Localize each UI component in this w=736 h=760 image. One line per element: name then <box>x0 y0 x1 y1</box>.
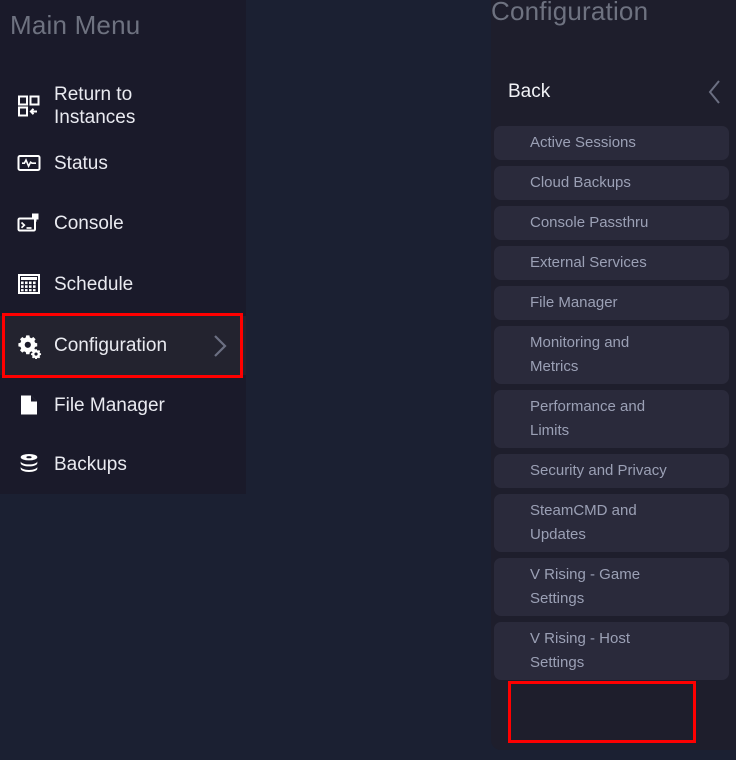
sidebar-item-label: Return to Instances <box>54 84 136 128</box>
config-option-label: Performance and Limits <box>530 398 646 439</box>
terminal-icon <box>16 210 42 236</box>
config-option-active-sessions[interactable]: Active Sessions <box>494 126 729 160</box>
config-option-label: SteamCMD and Updates <box>530 502 637 543</box>
back-button[interactable]: Back <box>491 70 736 114</box>
config-option-security-and-privacy[interactable]: Security and Privacy <box>494 454 729 488</box>
config-option-v-rising-game-settings[interactable]: V Rising - Game Settings <box>494 558 729 616</box>
sidebar-item-return-to-instances[interactable]: Return to Instances <box>0 78 246 134</box>
config-option-label: Active Sessions <box>530 134 636 151</box>
config-option-label: Monitoring and Metrics <box>530 334 630 375</box>
back-button-label: Back <box>508 81 551 102</box>
config-option-label: Security and Privacy <box>530 462 667 479</box>
sidebar-item-label: Backups <box>54 453 127 475</box>
database-stack-icon <box>16 451 42 477</box>
config-option-cloud-backups[interactable]: Cloud Backups <box>494 166 729 200</box>
document-icon <box>16 392 42 418</box>
configuration-panel-title: Configuration <box>491 0 649 26</box>
gears-icon <box>16 333 42 359</box>
config-option-label: File Manager <box>530 294 618 311</box>
sidebar-item-label: Schedule <box>54 273 134 295</box>
monitor-pulse-icon <box>16 150 42 176</box>
configuration-panel: Configuration Back Active Sessions Cloud… <box>491 0 736 750</box>
sidebar-item-label: File Manager <box>54 394 165 416</box>
config-option-v-rising-host-settings[interactable]: V Rising - Host Settings <box>494 622 729 680</box>
config-option-file-manager[interactable]: File Manager <box>494 286 729 320</box>
sidebar-item-label: Configuration <box>54 335 168 356</box>
config-option-monitoring-and-metrics[interactable]: Monitoring and Metrics <box>494 326 729 384</box>
app-root: Main Menu Return to Instances Status Con… <box>0 0 736 760</box>
config-option-label: Cloud Backups <box>530 174 631 191</box>
config-option-label: V Rising - Host Settings <box>530 630 631 671</box>
grid-arrow-icon <box>16 93 42 119</box>
config-option-console-passthru[interactable]: Console Passthru <box>494 206 729 240</box>
sidebar-item-file-manager[interactable]: File Manager <box>0 385 246 425</box>
config-option-label: Console Passthru <box>530 214 649 231</box>
sidebar-item-label: Console <box>54 212 124 234</box>
sidebar-item-configuration[interactable]: Configuration <box>0 316 246 375</box>
config-option-external-services[interactable]: External Services <box>494 246 729 280</box>
sidebar-item-console[interactable]: Console <box>0 203 246 243</box>
chevron-left-icon <box>706 77 724 107</box>
sidebar-item-label: Status <box>54 152 108 174</box>
config-option-performance-and-limits[interactable]: Performance and Limits <box>494 390 729 448</box>
config-option-label: V Rising - Game Settings <box>530 566 641 607</box>
sidebar-item-backups[interactable]: Backups <box>0 444 246 484</box>
sidebar-item-status[interactable]: Status <box>0 143 246 183</box>
sidebar-item-schedule[interactable]: Schedule <box>0 264 246 304</box>
configuration-option-list: Active Sessions Cloud Backups Console Pa… <box>494 126 733 686</box>
chevron-right-icon <box>212 332 228 360</box>
main-menu-title: Main Menu <box>10 10 141 40</box>
calendar-grid-icon <box>16 271 42 297</box>
config-option-label: External Services <box>530 254 647 271</box>
main-menu-sidebar: Main Menu Return to Instances Status Con… <box>0 0 246 494</box>
config-option-steamcmd-and-updates[interactable]: SteamCMD and Updates <box>494 494 729 552</box>
